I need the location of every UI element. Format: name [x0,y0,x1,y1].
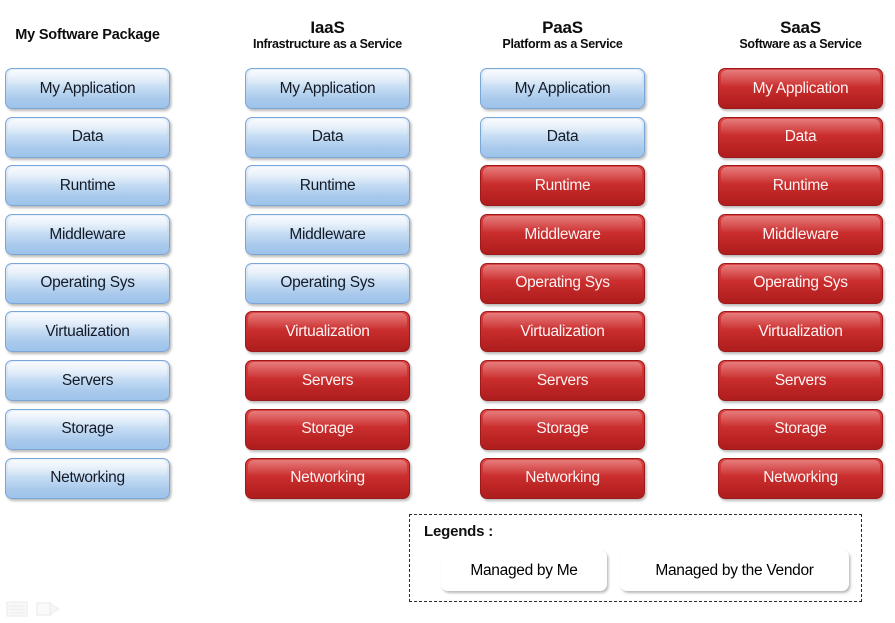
column-subtitle-iaas: Infrastructure as a Service [253,37,402,51]
layer-box: Servers [5,360,170,402]
column-subtitle-paas: Platform as a Service [502,37,623,51]
layer-box: Networking [245,457,410,499]
cloud-service-models-diagram: Legends : Managed by Me Managed by the V… [0,0,895,621]
layer-box-label: Virtualization [285,322,370,340]
layer-box-label: My Application [752,79,849,97]
layer-box: Runtime [718,165,883,207]
legend-title: Legends : [424,523,494,540]
column-header-iaas: IaaS Infrastructure as a Service [245,18,410,52]
layer-box: Middleware [245,214,410,256]
layer-box: Virtualization [480,311,645,353]
layer-box: Storage [480,408,645,450]
layer-box-label: Runtime [772,176,829,194]
layer-box-label: Virtualization [45,322,130,340]
layer-box: Middleware [718,214,883,256]
layer-box: Runtime [245,165,410,207]
layer-box-label: Data [71,128,104,146]
layer-box-label: Servers [774,371,827,389]
layer-stack-my-software-package: My Application Data Runtime Middleware Opera… [5,68,170,506]
layer-box-label: Middleware [524,225,601,243]
layer-box-label: Operating Sys [515,274,610,292]
layer-box-label: My Application [279,79,376,97]
layer-box: Runtime [480,165,645,207]
layer-box-label: Storage [301,420,354,438]
layer-box-label: Data [546,128,579,146]
legend-chip-managed-by-me-label: Managed by Me [470,561,578,579]
layer-box: Storage [245,408,410,450]
layer-box-label: Middleware [289,225,366,243]
layer-box: Virtualization [5,311,170,353]
layer-box: My Application [480,68,645,109]
layer-box: Networking [5,457,170,499]
list-lines-icon [6,601,28,617]
layer-box: Operating Sys [718,262,883,304]
legend-chip-managed-by-me: Managed by Me [441,550,607,591]
layer-box-label: Middleware [762,225,839,243]
layer-box: Operating Sys [5,262,170,304]
layer-box: Data [245,116,410,158]
layer-box-label: Runtime [534,176,591,194]
layer-box: Data [480,116,645,158]
layer-box-label: Operating Sys [753,274,848,292]
layer-box-label: Virtualization [758,322,843,340]
legend-box: Legends : Managed by Me Managed by the V… [409,514,862,602]
layer-box-label: My Application [39,79,136,97]
layer-box: Networking [718,457,883,499]
layer-box-label: Servers [61,371,114,389]
layer-box: Servers [480,360,645,402]
layer-stack-paas: My Application Data Runtime Middleware Opera… [480,68,645,506]
legend-chip-managed-by-vendor: Managed by the Vendor [620,550,849,591]
layer-box-label: Operating Sys [40,274,135,292]
layer-box-label: Operating Sys [280,274,375,292]
layer-box-label: Middleware [49,225,126,243]
layer-box: Networking [480,457,645,499]
column-header-my-software-package: My Software Package [5,26,170,45]
layer-box: Servers [245,360,410,402]
layer-box-label: Networking [763,469,838,486]
layer-box: Virtualization [718,311,883,353]
layer-box-label: Runtime [299,176,356,194]
layer-box-label: My Application [514,79,611,97]
column-header-paas: PaaS Platform as a Service [480,18,645,52]
column-subtitle-saas: Software as a Service [739,37,862,51]
export-arrow-icon [36,602,61,616]
legend-chip-managed-by-vendor-label: Managed by the Vendor [655,561,814,579]
layer-box-label: Storage [61,420,114,438]
layer-box-label: Data [784,128,817,146]
layer-box-label: Storage [774,420,827,438]
layer-box: Operating Sys [480,262,645,304]
column-title-paas: PaaS [542,18,583,37]
layer-box: Data [5,116,170,158]
layer-box: Middleware [480,214,645,256]
layer-box: Storage [718,408,883,450]
column-header-saas: SaaS Software as a Service [718,18,883,52]
layer-box-label: Networking [50,469,125,486]
layer-box-label: Virtualization [520,322,605,340]
layer-box-label: Networking [290,469,365,486]
layer-box: Virtualization [245,311,410,353]
corner-icons-svg [6,601,61,617]
column-title-saas: SaaS [780,18,821,37]
layer-box: My Application [245,68,410,109]
layer-box-label: Data [311,128,344,146]
corner-watermark-icons [6,600,66,618]
layer-box-label: Storage [536,420,589,438]
layer-box: My Application [718,68,883,109]
layer-box: My Application [5,68,170,109]
layer-box: Runtime [5,165,170,207]
layer-stack-iaas: My Application Data Runtime Middleware Opera… [245,68,410,506]
layer-box-label: Servers [536,371,589,389]
layer-box: Middleware [5,214,170,256]
layer-box: Operating Sys [245,262,410,304]
layer-box: Data [718,116,883,158]
layer-box-label: Servers [301,371,354,389]
layer-box-label: Runtime [59,176,116,194]
layer-stack-saas: My Application Data Runtime Middleware Opera… [718,68,883,506]
column-title-my-software-package: My Software Package [15,27,160,43]
layer-box: Servers [718,360,883,402]
layer-box-label: Networking [525,469,600,486]
layer-box: Storage [5,408,170,450]
column-title-iaas: IaaS [310,18,345,37]
